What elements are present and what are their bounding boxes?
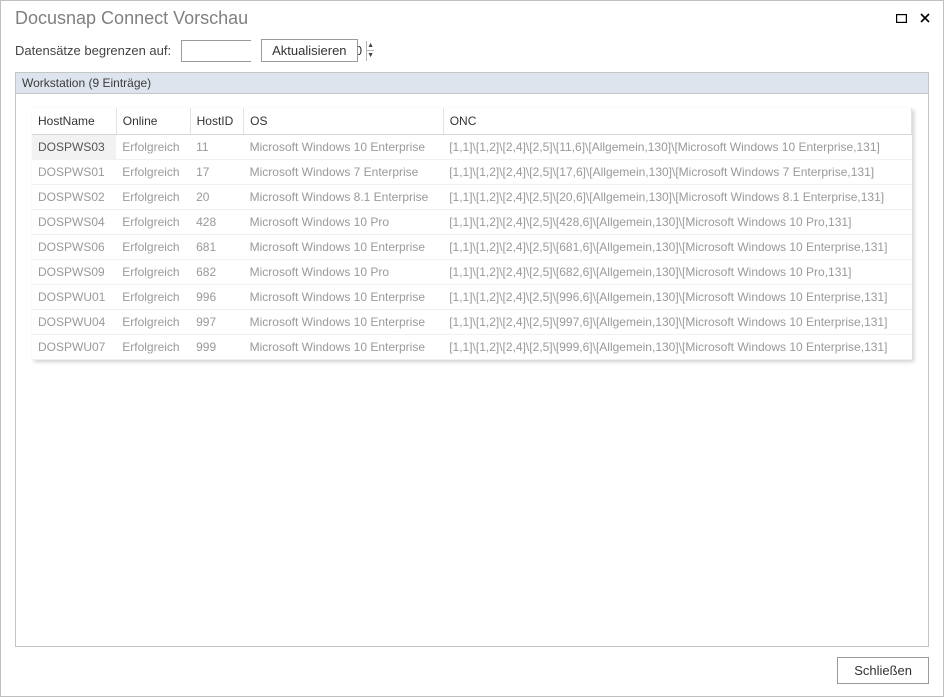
refresh-button[interactable]: Aktualisieren (261, 39, 357, 62)
table-wrap: HostName Online HostID OS ONC DOSPWS03Er… (16, 94, 928, 646)
data-table: HostName Online HostID OS ONC DOSPWS03Er… (32, 108, 912, 360)
cell-os: Microsoft Windows 10 Enterprise (244, 310, 444, 335)
table-row[interactable]: DOSPWS04Erfolgreich428Microsoft Windows … (32, 210, 912, 235)
window-title: Docusnap Connect Vorschau (15, 8, 248, 29)
table-row[interactable]: DOSPWU07Erfolgreich999Microsoft Windows … (32, 335, 912, 360)
close-button[interactable] (915, 8, 935, 28)
header-row: HostName Online HostID OS ONC (32, 108, 912, 135)
cell-onc: [1,1]\[1,2]\[2,4]\[2,5]\[682,6]\[Allgeme… (443, 260, 911, 285)
toolbar: Datensätze begrenzen auf: ▲ ▼ Aktualisie… (1, 35, 943, 72)
table-row[interactable]: DOSPWS01Erfolgreich17Microsoft Windows 7… (32, 160, 912, 185)
cell-onc: [1,1]\[1,2]\[2,4]\[2,5]\[997,6]\[Allgeme… (443, 310, 911, 335)
cell-online: Erfolgreich (116, 335, 190, 360)
cell-online: Erfolgreich (116, 235, 190, 260)
cell-hostid: 11 (190, 135, 244, 160)
col-os[interactable]: OS (244, 108, 444, 135)
cell-online: Erfolgreich (116, 135, 190, 160)
cell-hostname: DOSPWS01 (32, 160, 116, 185)
cell-os: Microsoft Windows 10 Enterprise (244, 135, 444, 160)
cell-hostid: 682 (190, 260, 244, 285)
cell-onc: [1,1]\[1,2]\[2,4]\[2,5]\[996,6]\[Allgeme… (443, 285, 911, 310)
maximize-icon (896, 14, 907, 23)
maximize-button[interactable] (891, 8, 911, 28)
cell-online: Erfolgreich (116, 310, 190, 335)
cell-onc: [1,1]\[1,2]\[2,4]\[2,5]\[20,6]\[Allgemei… (443, 185, 911, 210)
cell-hostid: 681 (190, 235, 244, 260)
cell-onc: [1,1]\[1,2]\[2,4]\[2,5]\[17,6]\[Allgemei… (443, 160, 911, 185)
cell-onc: [1,1]\[1,2]\[2,4]\[2,5]\[999,6]\[Allgeme… (443, 335, 911, 360)
cell-hostname: DOSPWS04 (32, 210, 116, 235)
close-icon (920, 13, 930, 23)
cell-os: Microsoft Windows 10 Enterprise (244, 285, 444, 310)
table-row[interactable]: DOSPWS09Erfolgreich682Microsoft Windows … (32, 260, 912, 285)
cell-hostname: DOSPWU01 (32, 285, 116, 310)
cell-hostid: 20 (190, 185, 244, 210)
table-row[interactable]: DOSPWS06Erfolgreich681Microsoft Windows … (32, 235, 912, 260)
cell-online: Erfolgreich (116, 160, 190, 185)
cell-online: Erfolgreich (116, 210, 190, 235)
table-row[interactable]: DOSPWS02Erfolgreich20Microsoft Windows 8… (32, 185, 912, 210)
table-row[interactable]: DOSPWU04Erfolgreich997Microsoft Windows … (32, 310, 912, 335)
cell-hostname: DOSPWU07 (32, 335, 116, 360)
cell-hostname: DOSPWU04 (32, 310, 116, 335)
col-onc[interactable]: ONC (443, 108, 911, 135)
limit-stepper[interactable]: ▲ ▼ (181, 40, 251, 62)
cell-onc: [1,1]\[1,2]\[2,4]\[2,5]\[428,6]\[Allgeme… (443, 210, 911, 235)
cell-hostid: 17 (190, 160, 244, 185)
group-header[interactable]: Workstation (9 Einträge) (16, 73, 928, 94)
cell-os: Microsoft Windows 10 Pro (244, 210, 444, 235)
cell-os: Microsoft Windows 10 Pro (244, 260, 444, 285)
spin-down-button[interactable]: ▼ (367, 51, 374, 61)
footer: Schließen (1, 647, 943, 696)
cell-hostname: DOSPWS09 (32, 260, 116, 285)
spin-buttons: ▲ ▼ (366, 41, 374, 61)
cell-hostid: 999 (190, 335, 244, 360)
col-hostname[interactable]: HostName (32, 108, 116, 135)
cell-hostname: DOSPWS03 (32, 135, 116, 160)
spin-up-button[interactable]: ▲ (367, 41, 374, 52)
cell-os: Microsoft Windows 10 Enterprise (244, 235, 444, 260)
table-row[interactable]: DOSPWS03Erfolgreich11Microsoft Windows 1… (32, 135, 912, 160)
cell-hostname: DOSPWS06 (32, 235, 116, 260)
titlebar: Docusnap Connect Vorschau (1, 1, 943, 35)
cell-onc: [1,1]\[1,2]\[2,4]\[2,5]\[681,6]\[Allgeme… (443, 235, 911, 260)
cell-os: Microsoft Windows 7 Enterprise (244, 160, 444, 185)
cell-onc: [1,1]\[1,2]\[2,4]\[2,5]\[11,6]\[Allgemei… (443, 135, 911, 160)
col-hostid[interactable]: HostID (190, 108, 244, 135)
cell-hostid: 428 (190, 210, 244, 235)
table-row[interactable]: DOSPWU01Erfolgreich996Microsoft Windows … (32, 285, 912, 310)
col-online[interactable]: Online (116, 108, 190, 135)
content-panel: Workstation (9 Einträge) HostName Online… (15, 72, 929, 647)
cell-hostid: 996 (190, 285, 244, 310)
cell-os: Microsoft Windows 8.1 Enterprise (244, 185, 444, 210)
cell-online: Erfolgreich (116, 260, 190, 285)
cell-online: Erfolgreich (116, 285, 190, 310)
cell-online: Erfolgreich (116, 185, 190, 210)
cell-hostid: 997 (190, 310, 244, 335)
cell-hostname: DOSPWS02 (32, 185, 116, 210)
window: Docusnap Connect Vorschau Datensätze beg… (0, 0, 944, 697)
cell-os: Microsoft Windows 10 Enterprise (244, 335, 444, 360)
close-dialog-button[interactable]: Schließen (837, 657, 929, 684)
limit-label: Datensätze begrenzen auf: (15, 43, 171, 58)
